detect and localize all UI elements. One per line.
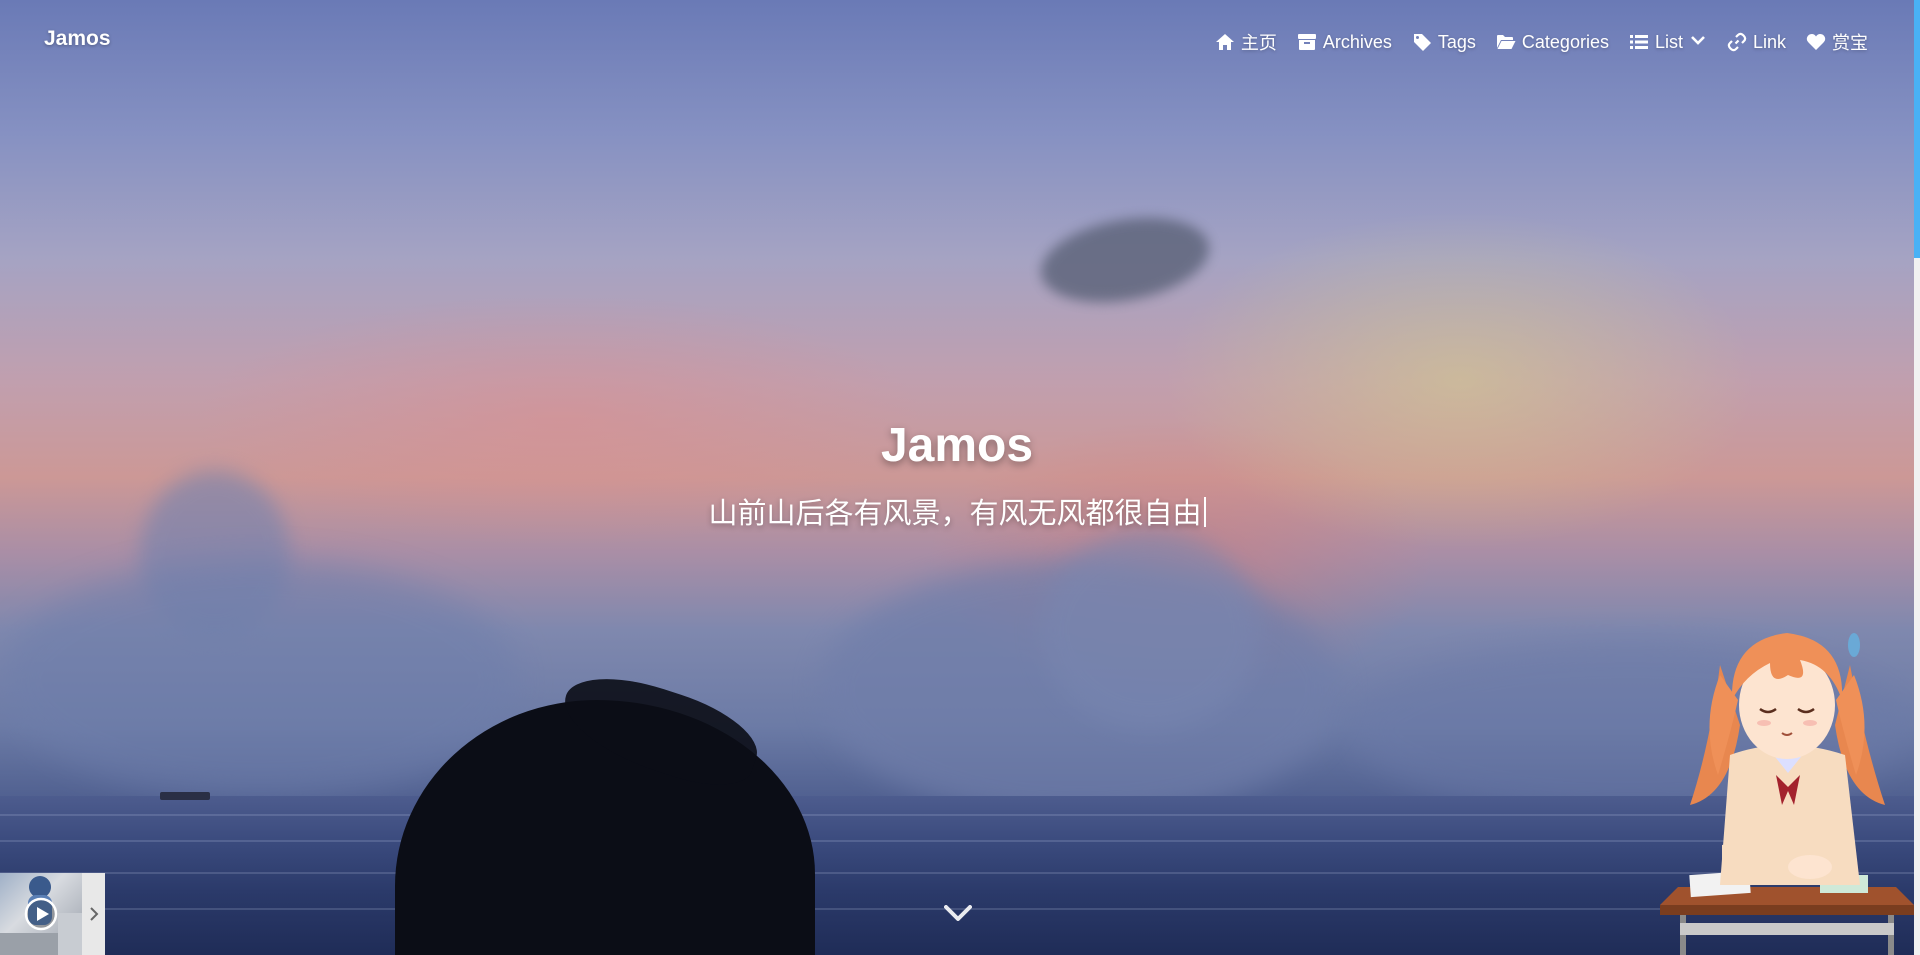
home-icon [1215, 34, 1234, 50]
nav-menu: 主页 Archives Tags Categories List Link 赏宝 [1215, 29, 1868, 55]
dropdown-chevron [1689, 31, 1707, 54]
menu-item-label: 赏宝 [1832, 33, 1868, 53]
link-icon [1727, 32, 1747, 52]
menu-item-list[interactable]: List [1629, 29, 1707, 55]
player-toggle-button[interactable] [82, 873, 105, 955]
cloud-shape [1034, 205, 1216, 315]
heart-icon [1806, 34, 1826, 50]
site-title: Jamos [880, 419, 1034, 472]
page: Jamos 山前山后各有风景，有风无风都很自由 Jamos 主页 Archive… [0, 0, 1920, 955]
menu-item-label: 主页 [1240, 33, 1277, 53]
navbar: Jamos 主页 Archives Tags Categories List L… [0, 0, 1914, 80]
archive-icon [1297, 34, 1316, 50]
scrollbar-thumb[interactable] [1914, 0, 1920, 258]
menu-item-home[interactable]: 主页 [1215, 29, 1277, 55]
menu-item-label: Link [1752, 31, 1786, 52]
wave-line [0, 814, 1914, 816]
play-circle-icon [24, 897, 58, 931]
site-subtitle: 山前山后各有风景，有风无风都很自由 [0, 490, 1914, 532]
cloud-shape [1040, 530, 1260, 730]
chevron-right-icon [89, 907, 98, 921]
menu-item-tags[interactable]: Tags [1412, 29, 1476, 55]
wave-line [0, 872, 1914, 874]
menu-item-reward[interactable]: 赏宝 [1806, 29, 1868, 55]
list-icon [1629, 35, 1648, 49]
live2d-mascot[interactable] [1660, 605, 1914, 955]
cloud-shape [0, 560, 520, 800]
menu-item-label: Categories [1521, 31, 1609, 52]
menu-item-archives[interactable]: Archives [1297, 29, 1392, 55]
wave-line [0, 840, 1914, 842]
site-brand[interactable]: Jamos [44, 27, 111, 51]
menu-item-label: Tags [1437, 31, 1476, 52]
hero-banner: Jamos 山前山后各有风景，有风无风都很自由 [0, 0, 1914, 955]
music-player [0, 873, 105, 955]
album-cover [0, 873, 82, 955]
sea [0, 796, 1914, 955]
menu-item-categories[interactable]: Categories [1496, 29, 1609, 55]
menu-item-link[interactable]: Link [1727, 29, 1786, 55]
menu-item-label: List [1654, 31, 1683, 52]
tag-icon [1413, 34, 1431, 51]
typing-cursor [1203, 497, 1206, 527]
chevron-down-icon [944, 905, 972, 921]
mascot-illustration [1660, 633, 1914, 955]
play-button[interactable] [24, 897, 58, 931]
scroll-down-button[interactable] [940, 898, 976, 928]
menu-item-label: Archives [1322, 31, 1392, 52]
subtitle-text: 山前山后各有风景，有风无风都很自由 [708, 498, 1202, 530]
chevron-down-icon [1691, 35, 1705, 45]
boat [160, 792, 210, 800]
folder-open-icon [1496, 35, 1516, 49]
